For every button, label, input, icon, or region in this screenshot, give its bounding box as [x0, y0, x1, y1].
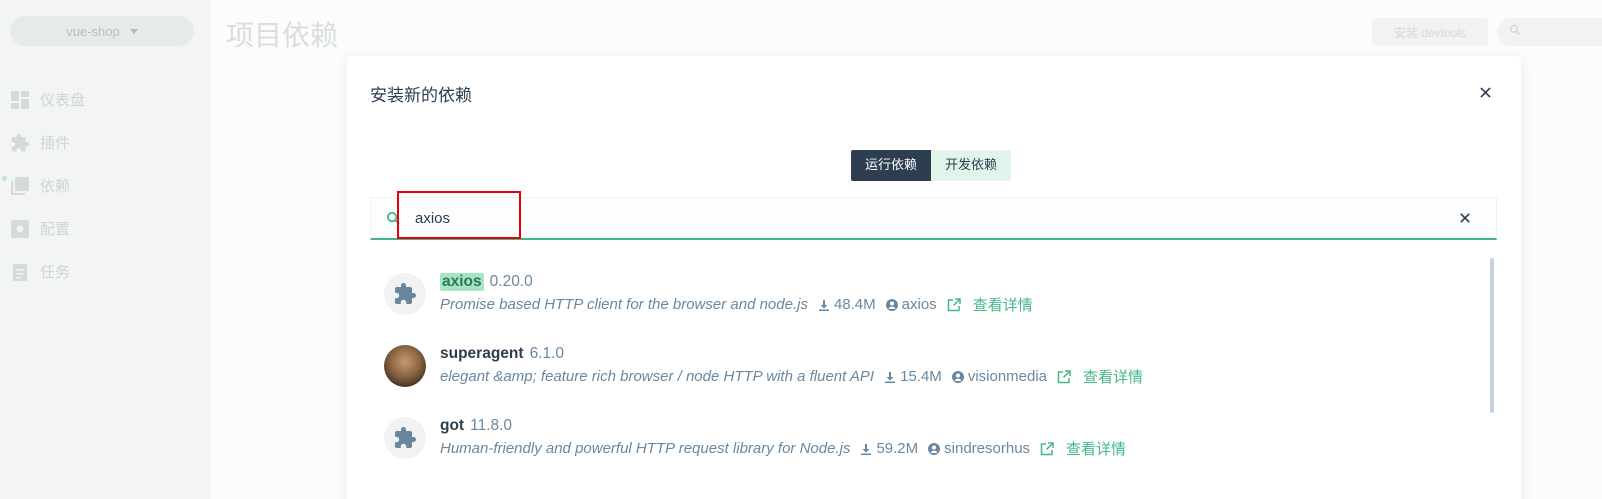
search-results-list: axios 0.20.0 Promise based HTTP client f… [384, 258, 1484, 474]
download-icon [861, 443, 872, 455]
page-title: 项目依赖 [226, 19, 339, 52]
sidebar-item-dependencies[interactable]: 依赖 [10, 164, 85, 207]
download-count: 59.2M [860, 440, 918, 457]
view-details-link[interactable]: 查看详情 [1066, 438, 1126, 459]
dependency-type-toggle: 运行依赖 开发依赖 [851, 150, 1012, 181]
sidebar-item-tasks[interactable]: 任务 [10, 250, 85, 293]
list-item[interactable]: got 11.8.0 Human-friendly and powerful H… [384, 402, 1484, 474]
download-icon [818, 299, 829, 311]
puzzle-icon [384, 417, 426, 459]
download-icon [885, 371, 896, 383]
view-details-link[interactable]: 查看详情 [973, 294, 1033, 315]
install-devtools-button[interactable]: 安装 devtools [1372, 18, 1488, 46]
sidebar-item-label: 依赖 [40, 178, 71, 195]
external-link-icon[interactable] [947, 297, 965, 312]
sidebar-item-config[interactable]: 配置 [10, 207, 85, 250]
list-item[interactable]: axios 0.20.0 Promise based HTTP client f… [384, 258, 1484, 330]
puzzle-icon [10, 133, 30, 153]
download-count: 48.4M [818, 296, 876, 313]
package-search-input[interactable] [415, 209, 1455, 227]
package-author: visionmedia [951, 368, 1047, 385]
package-name: superagent [440, 345, 524, 362]
user-icon [885, 298, 898, 311]
runtime-dependency-button[interactable]: 运行依赖 [851, 150, 932, 181]
sidebar-item-label: 仪表盘 [40, 92, 86, 109]
author-avatar [384, 345, 426, 387]
package-version: 11.8.0 [470, 417, 513, 434]
package-description: Promise based HTTP client for the browse… [440, 296, 808, 313]
list-item[interactable]: superagent 6.1.0 elegant &amp; feature r… [384, 330, 1484, 402]
annotation-highlight-box [397, 191, 521, 239]
close-icon[interactable] [1475, 82, 1495, 102]
user-icon [928, 442, 941, 455]
settings-icon [10, 219, 30, 239]
package-version: 0.20.0 [489, 273, 533, 290]
active-indicator [2, 176, 7, 181]
package-version: 6.1.0 [529, 345, 565, 362]
modal-title: 安装新的依赖 [370, 86, 472, 106]
package-author: axios [885, 296, 937, 313]
sidebar: vue-shop 仪表盘 插件 依赖 配置 任务 [0, 0, 210, 499]
sidebar-item-plugins[interactable]: 插件 [10, 121, 85, 164]
sidebar-item-label: 配置 [40, 221, 71, 238]
package-name: axios [440, 273, 484, 291]
package-author: sindresorhus [928, 440, 1030, 457]
install-dependency-modal: 安装新的依赖 运行依赖 开发依赖 axios 0.20.0 Promise ba… [347, 56, 1521, 499]
results-scrollbar[interactable] [1490, 258, 1494, 413]
package-name: got [440, 417, 465, 434]
external-link-icon[interactable] [1057, 369, 1075, 384]
library-icon [10, 176, 30, 196]
project-selector[interactable]: vue-shop [10, 16, 194, 46]
project-name: vue-shop [66, 23, 120, 39]
user-icon [951, 370, 964, 383]
sidebar-nav: 仪表盘 插件 依赖 配置 任务 [10, 78, 85, 293]
chevron-down-icon [129, 28, 138, 34]
package-description: elegant &amp; feature rich browser / nod… [440, 368, 875, 385]
package-description: Human-friendly and powerful HTTP request… [440, 440, 851, 457]
clear-search-icon[interactable] [1460, 211, 1474, 225]
puzzle-icon [384, 273, 426, 315]
sidebar-item-label: 任务 [40, 264, 71, 281]
download-count: 15.4M [884, 368, 942, 385]
dashboard-icon [10, 90, 30, 110]
clipboard-icon [10, 262, 30, 282]
sidebar-item-label: 插件 [40, 135, 71, 152]
external-link-icon[interactable] [1040, 441, 1058, 456]
top-search-input[interactable] [1497, 18, 1602, 46]
search-icon [1509, 23, 1521, 41]
sidebar-item-dashboard[interactable]: 仪表盘 [10, 78, 85, 121]
dev-dependency-button[interactable]: 开发依赖 [931, 150, 1012, 181]
view-details-link[interactable]: 查看详情 [1083, 366, 1143, 387]
package-search-field [370, 197, 1497, 240]
